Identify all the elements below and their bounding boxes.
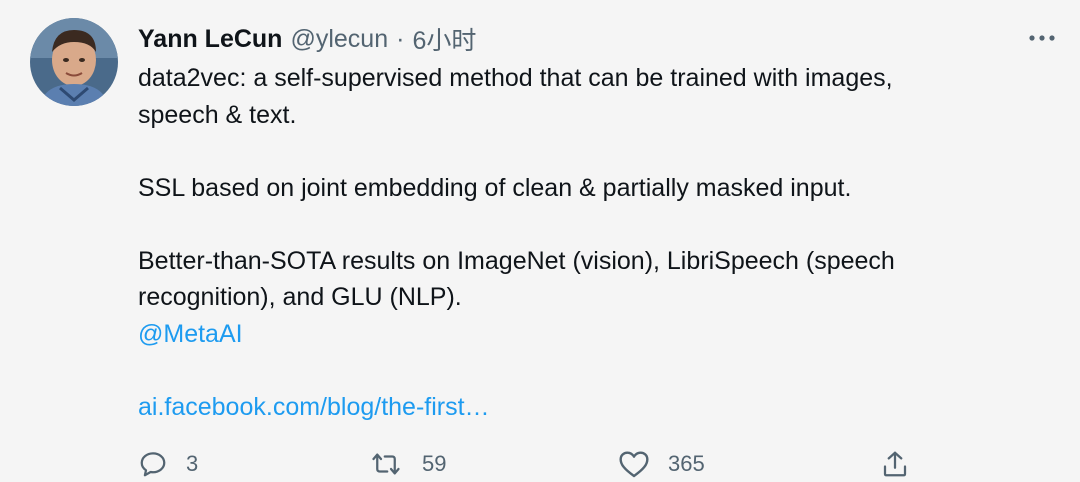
reply-icon xyxy=(140,452,166,477)
like-count: 365 xyxy=(668,451,705,476)
tweet-text-line: Better-than-SOTA results on ImageNet (vi… xyxy=(138,246,895,275)
mention-link[interactable]: @MetaAI xyxy=(138,320,243,348)
more-horizontal-icon xyxy=(1029,35,1055,41)
tweet-text-line: recognition), and GLU (NLP). xyxy=(138,283,462,311)
action-bar: 3 59 365 xyxy=(138,446,938,482)
author-name[interactable]: Yann LeCun xyxy=(138,25,282,54)
avatar[interactable] xyxy=(30,18,118,106)
tweet-text: data2vec: a self-supervised method that … xyxy=(138,60,1038,425)
retweet-button[interactable]: 59 xyxy=(368,446,446,482)
tweet-text-line: SSL based on joint embedding of clean & … xyxy=(138,173,852,202)
share-icon xyxy=(883,451,907,477)
like-button[interactable]: 365 xyxy=(618,446,705,482)
heart-icon xyxy=(619,451,649,478)
url-link[interactable]: ai.facebook.com/blog/the-first… xyxy=(138,393,490,421)
share-button[interactable] xyxy=(880,446,910,482)
avatar-image xyxy=(30,18,118,106)
timestamp[interactable]: 6小时 xyxy=(412,21,476,57)
tweet-text-line: data2vec: a self-supervised method that … xyxy=(138,64,893,92)
tweet-text-line: speech & text. xyxy=(138,100,297,129)
author-handle[interactable]: @ylecun xyxy=(290,25,388,54)
more-button[interactable] xyxy=(1026,24,1058,52)
retweet-count: 59 xyxy=(422,451,447,476)
reply-count: 3 xyxy=(186,451,199,476)
reply-button[interactable]: 3 xyxy=(138,446,198,482)
separator-dot: · xyxy=(396,24,405,53)
tweet-header: Yann LeCun @ylecun · 6小时 xyxy=(138,22,476,56)
tweet-card: Yann LeCun @ylecun · 6小时 data2vec: a sel… xyxy=(0,0,1080,478)
retweet-icon xyxy=(372,453,400,475)
